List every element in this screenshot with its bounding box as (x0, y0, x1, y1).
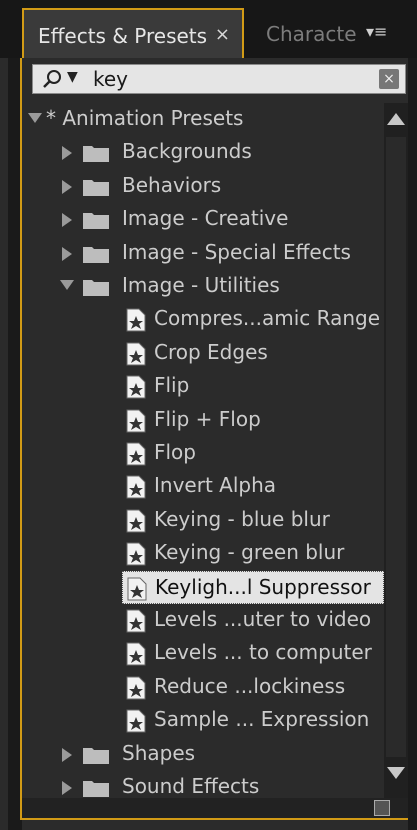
preset-icon (126, 642, 146, 666)
tree-preset-row[interactable]: Flip + Flop (22, 404, 384, 437)
tree-row-label: Levels ... to computer (154, 640, 372, 665)
tab-close-icon[interactable]: × (215, 24, 230, 45)
search-field[interactable]: ▼ key × (32, 64, 406, 94)
expand-arrow-icon[interactable] (60, 280, 74, 290)
preset-icon (126, 442, 146, 466)
tree-preset-row[interactable]: Invert Alpha (22, 470, 384, 503)
preset-icon (126, 475, 146, 499)
tree-preset-row[interactable]: Keying - green blur (22, 537, 384, 570)
tree-preset-row[interactable]: Flop (22, 437, 384, 470)
new-folder-icon[interactable] (374, 800, 390, 816)
expand-arrow-icon[interactable] (62, 146, 72, 161)
tab-character-label: Characte (266, 22, 357, 46)
tree-preset-row[interactable]: Crop Edges (22, 337, 384, 370)
panel-tab-bar: Effects & Presets × Characte ▾≡ (0, 0, 417, 58)
preset-icon (127, 577, 147, 601)
tree-row-label: Keying - blue blur (154, 506, 330, 531)
preset-icon (126, 676, 146, 700)
tree-folder-row[interactable]: Image - Creative (22, 203, 384, 236)
tree-row-label: Levels ...uter to video (154, 607, 372, 631)
scroll-down-arrow-icon[interactable] (387, 767, 405, 779)
search-query-text[interactable]: key (93, 67, 128, 91)
scroll-up-arrow-icon[interactable] (387, 113, 405, 125)
tree-row-label: Invert Alpha (154, 473, 277, 498)
panel-menu-icon[interactable]: ▾≡ (366, 22, 394, 46)
tree-row-label: Image - Utilities (122, 273, 280, 297)
folder-icon (83, 246, 109, 263)
tree-preset-row[interactable]: Flip (22, 370, 384, 403)
tree-folder-row[interactable]: Image - Special Effects (22, 237, 384, 270)
tab-effects-presets[interactable]: Effects & Presets × (22, 8, 244, 58)
tree-row-label: Flip (154, 373, 190, 398)
tree-folder-row[interactable]: Backgrounds (22, 136, 384, 169)
scroll-track[interactable] (386, 137, 406, 757)
tree-row-label: Sound Effects (122, 774, 260, 798)
folder-icon (83, 280, 109, 296)
panel-right-border (408, 58, 417, 830)
tab-character[interactable]: Characte (256, 20, 364, 50)
tree-row-label: Shapes (122, 740, 196, 765)
tree-row-label: Keying - green blur (154, 540, 345, 565)
preset-icon (126, 609, 146, 633)
expand-arrow-icon[interactable] (62, 781, 72, 795)
preset-icon (126, 409, 146, 433)
folder-icon (83, 213, 109, 230)
folder-icon (83, 781, 109, 797)
tree-folder-row[interactable]: Behaviors (22, 170, 384, 203)
folder-icon (83, 179, 109, 196)
tree-row-label: Behaviors (122, 172, 222, 197)
preset-icon (126, 709, 146, 733)
expand-arrow-icon[interactable] (62, 213, 72, 228)
tree-preset-row[interactable]: Levels ...uter to video (22, 604, 384, 637)
tree-folder-row[interactable]: Sound Effects (22, 771, 384, 798)
tree-preset-row[interactable]: Compres...amic Range (22, 303, 384, 336)
preset-icon (126, 342, 146, 366)
tree-row-label: Image - Creative (122, 206, 289, 231)
preset-icon (126, 375, 146, 399)
tree-preset-row[interactable]: Keying - blue blur (22, 504, 384, 537)
tree-row-label: Reduce ...lockiness (154, 673, 346, 698)
tab-effects-presets-label: Effects & Presets (38, 24, 208, 48)
search-icon[interactable] (41, 68, 63, 90)
tree-row-label: Crop Edges (154, 339, 268, 364)
tree-row-label: Sample ... Expression (154, 707, 370, 732)
panel-footer (22, 798, 408, 818)
effects-presets-panel: Effects & Presets × Characte ▾≡ ▼ key × … (0, 0, 417, 830)
preset-icon (126, 542, 146, 566)
preset-icon (126, 509, 146, 533)
expand-arrow-icon[interactable] (62, 246, 72, 261)
tree-row-label: Compres...amic Range (154, 306, 380, 331)
folder-icon (83, 747, 109, 764)
tree-row-label: Flop (154, 440, 196, 464)
tree-folder-row[interactable]: Image - Utilities (22, 270, 384, 303)
tree-row-label: Image - Special Effects (122, 239, 351, 264)
tree-preset-row[interactable]: Levels ... to computer (22, 637, 384, 670)
folder-icon (83, 146, 109, 163)
expand-arrow-icon[interactable] (62, 747, 72, 762)
tree-row-label: Backgrounds (122, 139, 252, 164)
preset-icon (126, 308, 146, 332)
tree-folder-row[interactable]: Shapes (22, 738, 384, 771)
presets-tree: * Animation Presets Backgrounds Behaviors I… (22, 103, 384, 798)
tree-preset-row-selected[interactable]: Keyligh...l Suppressor (122, 570, 384, 604)
search-options-chevron-icon[interactable]: ▼ (67, 69, 78, 85)
clear-search-icon[interactable]: × (379, 69, 399, 89)
vertical-scrollbar[interactable] (384, 103, 408, 800)
tree-row-label: * Animation Presets (46, 106, 244, 130)
tree-row-label: Flip + Flop (154, 406, 261, 431)
tree-preset-row[interactable]: Sample ... Expression (22, 704, 384, 737)
expand-arrow-icon[interactable] (28, 113, 42, 123)
expand-arrow-icon[interactable] (62, 179, 72, 194)
tree-root-animation-presets[interactable]: * Animation Presets (22, 103, 384, 136)
tree-preset-row[interactable]: Reduce ...lockiness (22, 671, 384, 704)
tree-row-label: Keyligh...l Suppressor (155, 574, 371, 599)
focus-highlight-bottom (20, 818, 408, 820)
